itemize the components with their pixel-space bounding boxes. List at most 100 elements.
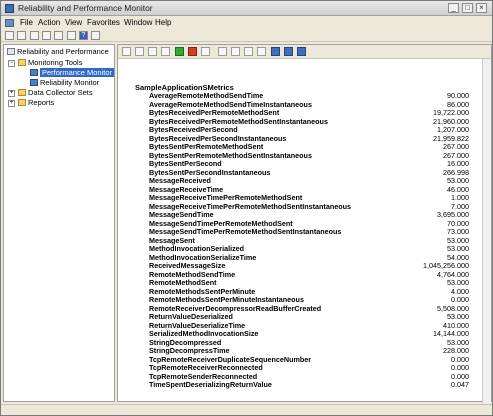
folder-icon xyxy=(18,59,26,66)
tree-item-reliability-monitor[interactable]: Reliability Monitor xyxy=(30,78,99,88)
back-icon[interactable] xyxy=(5,31,14,40)
up-level-icon[interactable] xyxy=(30,31,39,40)
tree-item-label: Reports xyxy=(28,98,55,107)
maximize-button[interactable]: □ xyxy=(462,3,473,13)
vertical-scrollbar[interactable] xyxy=(482,59,491,403)
metric-row: TimeSpentDeserializingReturnValue 0.047 xyxy=(149,381,469,389)
metric-row: MessageSendTime 3,695.000 xyxy=(149,211,469,219)
metric-row: StringDecompressTime 228.000 xyxy=(149,347,469,355)
view-log-data-icon[interactable] xyxy=(135,47,144,56)
tree-item-label: Data Collector Sets xyxy=(28,88,93,97)
metric-name: MethodInvocationSerialized xyxy=(149,244,245,253)
close-button[interactable]: × xyxy=(476,3,487,13)
metric-row: BytesSentPerRemoteMethodSent 267.000 xyxy=(149,143,469,151)
metric-row: MessageReceiveTimePerRemoteMethodSent 1.0… xyxy=(149,194,469,202)
help-icon[interactable]: ? xyxy=(79,31,88,40)
app-icon xyxy=(5,4,14,13)
metric-value: 16.000 xyxy=(447,159,469,168)
metric-value: 3,695.000 xyxy=(437,210,469,219)
metric-row: SerializedMethodInvocationSize 14,144.000 xyxy=(149,330,469,338)
metric-name: ReturnValueDeserialized xyxy=(149,312,233,321)
minimize-button[interactable]: _ xyxy=(448,3,459,13)
menu-view[interactable]: View xyxy=(65,18,82,27)
metric-value: 0.047 xyxy=(451,380,469,389)
properties-icon[interactable] xyxy=(54,31,63,40)
menu-favorites[interactable]: Favorites xyxy=(87,18,120,27)
metric-name: MessageSendTimePerRemoteMethodSentInstan… xyxy=(149,227,342,236)
menu-file[interactable]: File xyxy=(20,18,33,27)
metric-value: 73.000 xyxy=(447,227,469,236)
metric-value: 53.000 xyxy=(447,278,469,287)
metric-value: 53.000 xyxy=(447,244,469,253)
performance-monitor-pane: SampleApplicationSMetrics AverageRemoteM… xyxy=(117,44,492,403)
metric-value: 1,207.000 xyxy=(437,125,469,134)
metric-row: MethodInvocationSerialized 53.000 xyxy=(149,245,469,253)
forward-icon[interactable] xyxy=(17,31,26,40)
window-title: Reliability and Performance Monitor xyxy=(18,3,153,13)
show-hide-tree-icon[interactable] xyxy=(42,31,51,40)
metric-row: ReceivedMessageSize 1,045,256.000 xyxy=(149,262,469,270)
metric-name: BytesReceivedPerRemoteMethodSent xyxy=(149,108,280,117)
metric-name: SerializedMethodInvocationSize xyxy=(149,329,259,338)
metric-name: RemoteMethodsSentPerMinuteInstantaneous xyxy=(149,295,304,304)
help-icon[interactable] xyxy=(297,47,306,56)
metric-row: BytesSentPerSecond 16.000 xyxy=(149,160,469,168)
metric-row: RemoteMethodSent 53.000 xyxy=(149,279,469,287)
metric-name: BytesSentPerSecond xyxy=(149,159,222,168)
main-toolbar: ? xyxy=(1,30,492,42)
tree-item-data-collector-sets[interactable]: Data Collector Sets xyxy=(18,88,93,98)
reliability-monitor-icon xyxy=(30,79,38,86)
tree-item-reports[interactable]: Reports xyxy=(18,98,54,108)
title-bar: Reliability and Performance Monitor _ □ … xyxy=(1,1,492,16)
metric-row: BytesReceivedPerSecond 1,207.000 xyxy=(149,126,469,134)
metric-name: ReceivedMessageSize xyxy=(149,261,226,270)
metric-row: TcpRemoteReceiverReconnected 0.000 xyxy=(149,364,469,372)
metric-name: AverageRemoteMethodSendTime xyxy=(149,91,264,100)
zoom-icon[interactable] xyxy=(257,47,266,56)
menu-window[interactable]: Window xyxy=(124,18,152,27)
metric-row: MessageReceived 53.000 xyxy=(149,177,469,185)
tree-item-monitoring-tools[interactable]: Monitoring Tools xyxy=(18,58,82,68)
console-icon[interactable] xyxy=(91,31,100,40)
app-window: Reliability and Performance Monitor _ □ … xyxy=(0,0,493,416)
metric-value: 0.000 xyxy=(451,295,469,304)
metric-value: 267.000 xyxy=(443,142,469,151)
folder-icon xyxy=(18,89,26,96)
update-data-icon[interactable] xyxy=(284,47,293,56)
menu-help[interactable]: Help xyxy=(155,18,171,27)
view-current-activity-icon[interactable] xyxy=(122,47,131,56)
export-list-icon[interactable] xyxy=(67,31,76,40)
menu-bar: File Action View Favorites Window Help xyxy=(1,16,492,30)
metric-name: MessageReceived xyxy=(149,176,211,185)
copy-properties-icon[interactable] xyxy=(218,47,227,56)
add-counter-icon[interactable] xyxy=(175,47,184,56)
menu-action[interactable]: Action xyxy=(38,18,60,27)
paste-counter-list-icon[interactable] xyxy=(231,47,240,56)
collapse-icon[interactable]: − xyxy=(8,60,15,67)
properties-icon[interactable] xyxy=(244,47,253,56)
performance-monitor-icon xyxy=(30,69,38,76)
metric-value: 1,045,256.000 xyxy=(423,261,469,270)
metric-name: MessageSendTime xyxy=(149,210,214,219)
metric-row: AverageRemoteMethodSendTime 90.000 xyxy=(149,92,469,100)
performance-toolbar xyxy=(118,45,491,59)
expand-icon[interactable]: + xyxy=(8,100,15,107)
metric-value: 0.000 xyxy=(451,363,469,372)
tree-item-root[interactable]: Reliability and Performance xyxy=(7,47,109,57)
tree-item-label: Monitoring Tools xyxy=(28,58,83,67)
metric-value: 19,722.000 xyxy=(433,108,469,117)
metric-name: MessageReceiveTimePerRemoteMethodSent xyxy=(149,193,303,202)
dropdown-icon[interactable] xyxy=(161,47,170,56)
mmc-menu-icon[interactable] xyxy=(5,19,14,27)
highlight-icon[interactable] xyxy=(201,47,210,56)
metric-value: 228.000 xyxy=(443,346,469,355)
tree-item-performance-monitor[interactable]: Performance Monitor xyxy=(30,68,115,78)
freeze-display-icon[interactable] xyxy=(271,47,280,56)
navigation-tree: Reliability and Performance − Monitoring… xyxy=(3,44,115,402)
tree-item-label: Reliability Monitor xyxy=(40,78,100,87)
metric-row: MessageSendTimePerRemoteMethodSentInstan… xyxy=(149,228,469,236)
performance-icon xyxy=(7,48,15,55)
expand-icon[interactable]: + xyxy=(8,90,15,97)
delete-counter-icon[interactable] xyxy=(188,47,197,56)
change-graph-type-icon[interactable] xyxy=(148,47,157,56)
